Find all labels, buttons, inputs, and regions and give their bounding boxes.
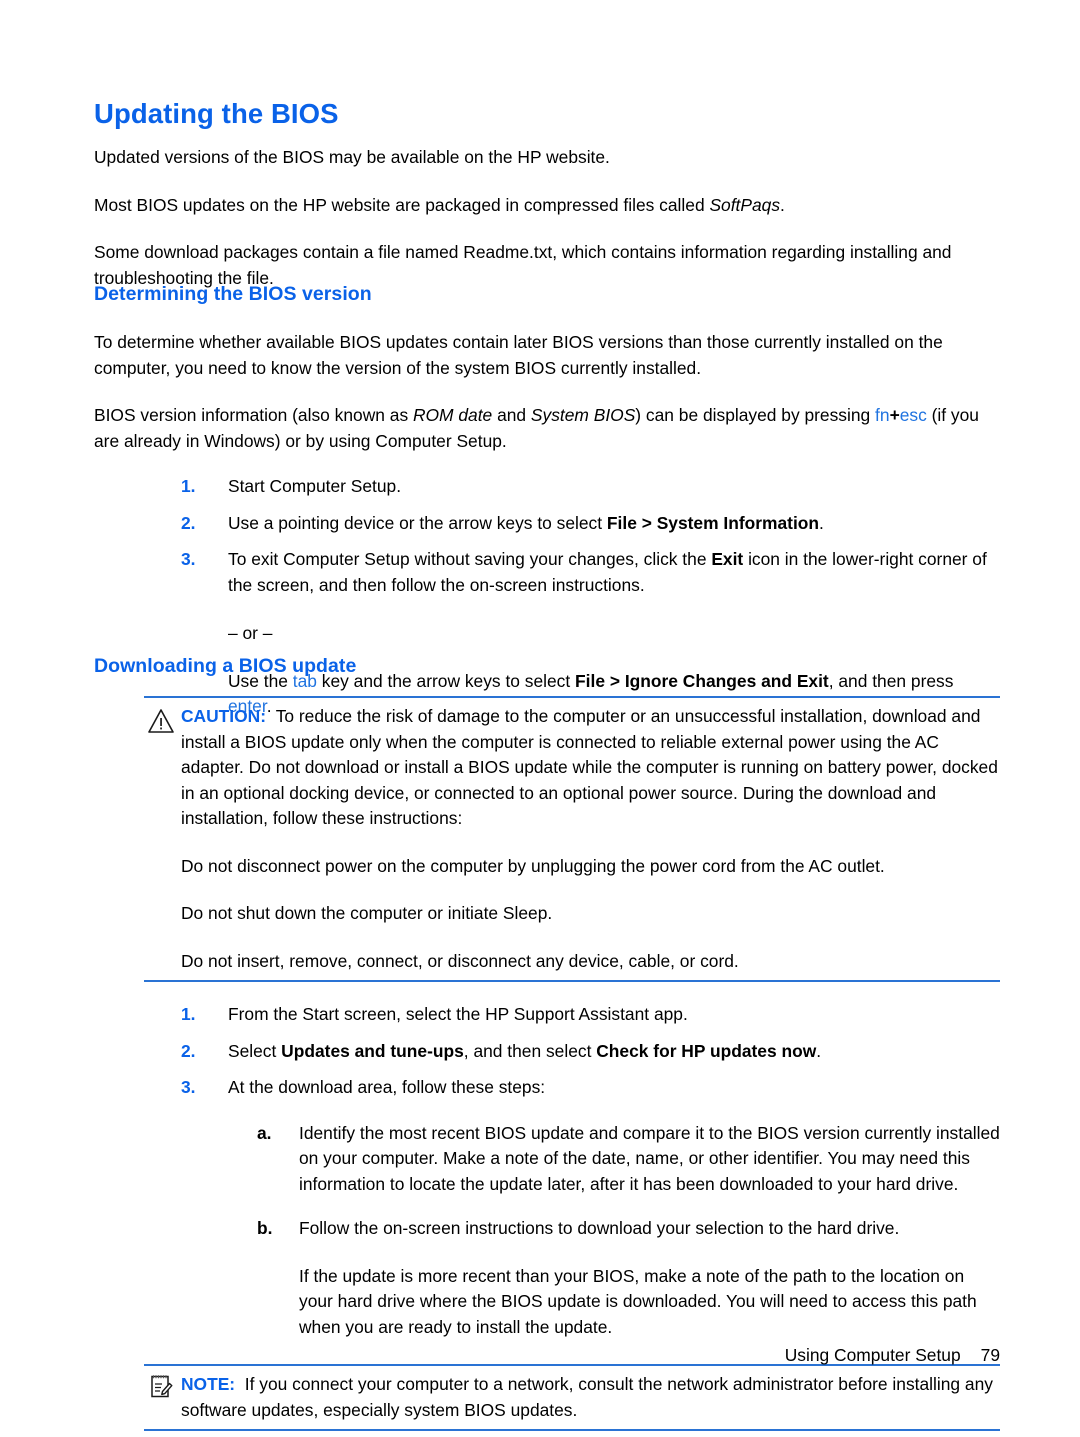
list-item: 2. Select Updates and tune-ups, and then… xyxy=(181,1039,1000,1065)
list-item-text-a: Use a pointing device or the arrow keys … xyxy=(228,512,607,533)
list-item-text: Identify the most recent BIOS update and… xyxy=(299,1122,1000,1194)
intro-p2-italic: SoftPaqs xyxy=(709,194,781,215)
note-text: If you connect your computer to a networ… xyxy=(181,1374,993,1420)
page-footer: Using Computer Setup 79 xyxy=(0,1345,1000,1366)
list-item-text: At the download area, follow these steps… xyxy=(228,1077,546,1097)
list-item-text-b: . xyxy=(819,512,824,533)
key-plus-separator: + xyxy=(889,405,900,425)
footer-page-number: 79 xyxy=(980,1345,1000,1365)
det-p2-a: BIOS version information (also known as xyxy=(94,405,413,425)
list-item: 1. Start Computer Setup. xyxy=(181,474,1000,500)
downloading-steps-list: 1. From the Start screen, select the HP … xyxy=(94,1002,1000,1340)
list-item: a. Identify the most recent BIOS update … xyxy=(257,1121,1000,1198)
caution-bullet: Do not shut down the computer or initiat… xyxy=(181,903,553,923)
menu-path-file-system-information: File > System Information xyxy=(606,512,820,533)
det-p2-italic-system-bios: System BIOS xyxy=(530,405,636,425)
det-p2-b: and xyxy=(492,405,531,425)
list-item-text-b: , and then select xyxy=(463,1040,597,1061)
caution-bullet: Do not disconnect power on the computer … xyxy=(181,855,885,876)
caution-text: To reduce the risk of damage to the comp… xyxy=(181,706,998,828)
list-marker: b. xyxy=(257,1218,273,1238)
document-page: Updating the BIOS Updated versions of th… xyxy=(0,0,1080,1437)
download-substeps-list: a. Identify the most recent BIOS update … xyxy=(228,1121,1000,1341)
warning-triangle-icon xyxy=(146,706,176,736)
intro-p2-text-b: . xyxy=(780,194,785,215)
list-item: 1. From the Start screen, select the HP … xyxy=(181,1002,1000,1028)
list-marker: 2. xyxy=(181,1040,196,1061)
note-body: NOTE: If you connect your computer to a … xyxy=(181,1372,1000,1423)
intro-paragraph-2: Most BIOS updates on the HP website are … xyxy=(94,193,1000,219)
note-label: NOTE: xyxy=(181,1374,236,1394)
caution-body: CAUTION: To reduce the risk of damage to… xyxy=(181,704,1000,974)
list-item-text: Start Computer Setup. xyxy=(228,476,402,496)
det-p2-italic-rom-date: ROM date xyxy=(412,405,493,425)
list-marker: a. xyxy=(257,1122,272,1143)
section-heading-determining: Determining the BIOS version xyxy=(94,283,372,305)
list-marker: 2. xyxy=(181,512,196,533)
section-downloading-bios-update: Downloading a BIOS update CAUTION: To re… xyxy=(94,655,1000,1431)
page-title: Updating the BIOS xyxy=(94,98,339,129)
list-marker: 1. xyxy=(181,1004,196,1024)
footer-chapter-title: Using Computer Setup xyxy=(784,1345,961,1365)
caution-box: CAUTION: To reduce the risk of damage to… xyxy=(144,696,1000,982)
caution-bullet: Do not insert, remove, connect, or disco… xyxy=(181,950,739,971)
list-marker: 1. xyxy=(181,476,196,496)
key-esc: esc xyxy=(899,405,927,425)
list-item: 3. At the download area, follow these st… xyxy=(181,1075,1000,1340)
notepad-pencil-icon xyxy=(146,1371,176,1401)
list-item: 2. Use a pointing device or the arrow ke… xyxy=(181,511,1000,537)
intro-paragraph-1: Updated versions of the BIOS may be avai… xyxy=(94,147,610,167)
section-heading-downloading: Downloading a BIOS update xyxy=(94,655,357,677)
or-separator: – or – xyxy=(228,623,273,643)
intro-p2-text-a: Most BIOS updates on the HP website are … xyxy=(94,194,710,215)
note-box: NOTE: If you connect your computer to a … xyxy=(144,1364,1000,1431)
caution-label: CAUTION: xyxy=(181,706,267,726)
key-fn: fn xyxy=(875,405,890,425)
substep-extra-paragraph: If the update is more recent than your B… xyxy=(299,1265,977,1337)
determining-paragraph-1: To determine whether available BIOS upda… xyxy=(94,332,943,378)
list-item-text: Follow the on-screen instructions to dow… xyxy=(299,1218,900,1238)
list-marker: 3. xyxy=(181,1077,196,1097)
list-item: b. Follow the on-screen instructions to … xyxy=(257,1216,1000,1340)
list-marker: 3. xyxy=(181,549,196,569)
menu-check-for-hp-updates-now: Check for HP updates now xyxy=(596,1040,817,1061)
list-item-text-c: . xyxy=(816,1040,822,1061)
exit-icon-label: Exit xyxy=(711,549,744,569)
determining-paragraph-2: BIOS version information (also known as … xyxy=(94,403,1000,454)
list-item-text-a: Select xyxy=(228,1040,282,1061)
list-item-text-a: To exit Computer Setup without saving yo… xyxy=(228,549,712,569)
menu-updates-and-tune-ups: Updates and tune-ups xyxy=(281,1040,464,1061)
list-item-text: From the Start screen, select the HP Sup… xyxy=(228,1004,688,1024)
det-p2-c: ) can be displayed by pressing xyxy=(635,405,876,425)
intro-block: Updated versions of the BIOS may be avai… xyxy=(94,145,1000,291)
